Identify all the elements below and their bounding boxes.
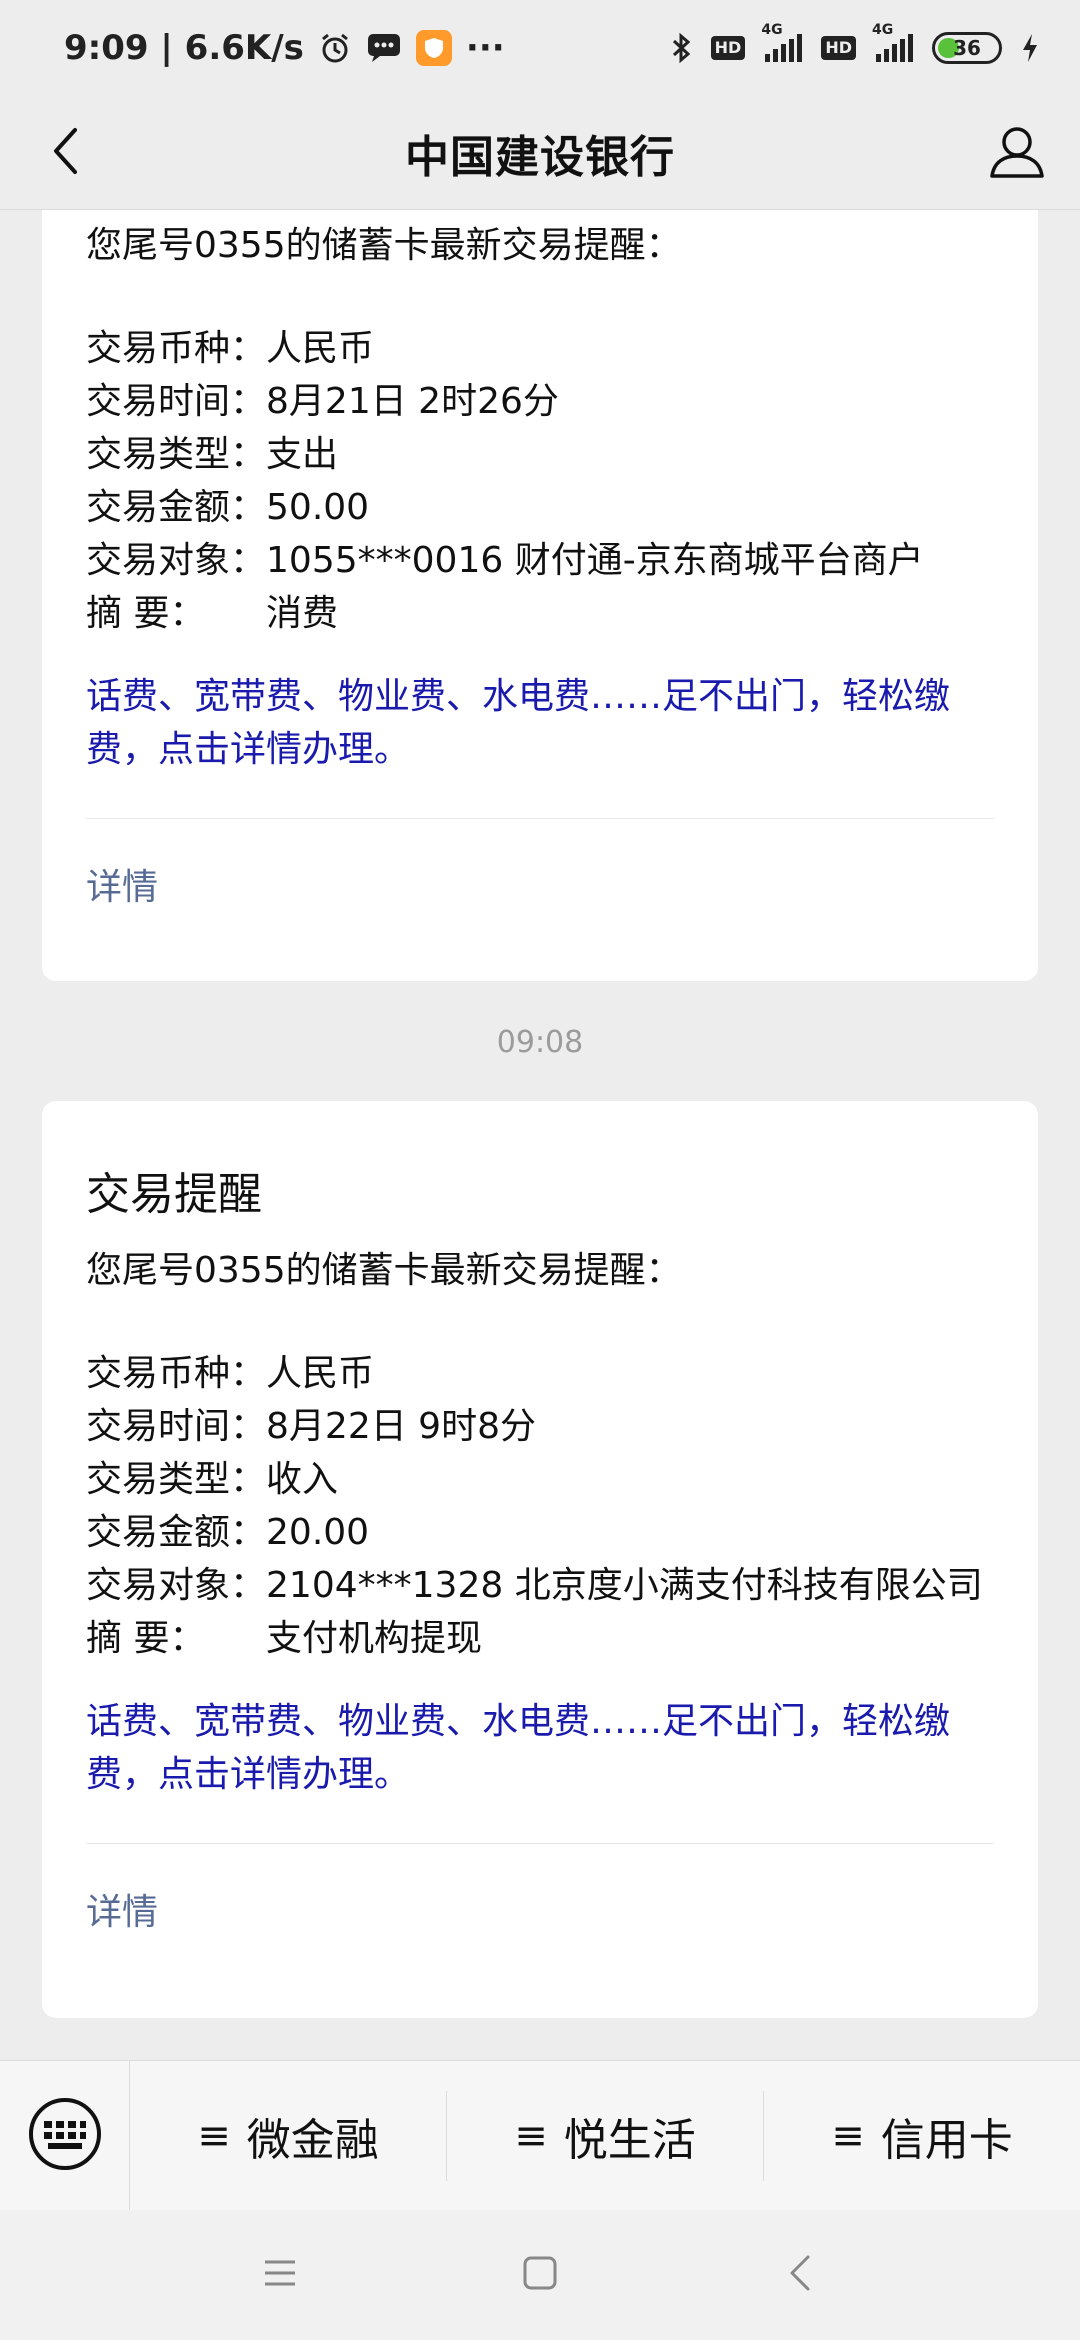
- card-intro: 您尾号0355的储蓄卡最新交易提醒：: [86, 1250, 682, 1291]
- field-summary: 摘 要： 支付机构提现: [86, 1612, 994, 1665]
- field-label: 摘 要：: [86, 1618, 206, 1659]
- battery-indicator: 36: [932, 32, 1002, 64]
- field-amount: 交易金额：50.00: [86, 481, 994, 534]
- message-icon: [366, 32, 402, 64]
- field-label: 交易币种：: [86, 328, 267, 369]
- back-button[interactable]: [30, 118, 100, 188]
- user-icon: [988, 122, 1046, 184]
- home-square-icon: [522, 2255, 558, 2295]
- more-notifications-icon: ···: [465, 28, 505, 68]
- field-label: 交易对象：: [86, 540, 267, 581]
- system-navigation-bar: [0, 2210, 1080, 2340]
- field-label: 交易时间：: [86, 381, 267, 422]
- signal-icon: 4G: [761, 22, 803, 64]
- field-type: 交易类型：支出: [86, 428, 994, 481]
- field-label: 交易金额：: [86, 1512, 267, 1553]
- status-time-speed: 9:09 | 6.6K/s: [64, 28, 304, 68]
- network-type-label: 4G: [872, 22, 894, 38]
- field-label: 交易时间：: [86, 1406, 267, 1447]
- field-value: 消费: [266, 593, 339, 634]
- field-label: 交易币种：: [86, 1353, 267, 1394]
- field-label: 交易对象：: [86, 1565, 267, 1606]
- network-type-label: 4G: [761, 22, 783, 38]
- menu-icon: [263, 2258, 297, 2292]
- menu-lines-icon: ≡: [831, 2112, 865, 2159]
- field-label: 摘 要：: [86, 593, 206, 634]
- card-title: 交易提醒: [86, 1169, 262, 1220]
- alarm-icon: [318, 31, 352, 65]
- field-value: 20.00: [266, 1512, 370, 1553]
- recent-apps-button[interactable]: [250, 2245, 310, 2305]
- hd-badge: HD: [710, 36, 746, 60]
- home-button[interactable]: [510, 2245, 570, 2305]
- menu-item-yue-shenghuo[interactable]: ≡ 悦生活: [446, 2090, 763, 2181]
- hd-badge: HD: [821, 36, 856, 60]
- field-label: 交易类型：: [86, 1459, 267, 1500]
- bottom-menu: ≡ 微金融 ≡ 悦生活 ≡ 信用卡: [0, 2060, 1080, 2211]
- field-counterparty: 交易对象：1055***0016 财付通-京东商城平台商户: [86, 534, 994, 587]
- field-value: 50.00: [266, 487, 370, 528]
- shield-app-icon: [415, 30, 452, 66]
- menu-item-credit-card[interactable]: ≡ 信用卡: [763, 2090, 1080, 2181]
- back-triangle-icon: [788, 2254, 812, 2296]
- field-time: 交易时间：8月21日 2时26分: [86, 375, 994, 428]
- nav-bar: 中国建设银行: [0, 96, 1080, 210]
- field-currency: 交易币种：人民币: [86, 1347, 994, 1400]
- status-bar: 9:09 | 6.6K/s ··· HD 4G HD 4G 36: [0, 0, 1080, 96]
- field-value: 人民币: [266, 1353, 375, 1394]
- menu-item-label: 信用卡: [880, 2114, 1013, 2166]
- promo-link[interactable]: 话费、宽带费、物业费、水电费……足不出门，轻松缴费，点击详情办理。: [86, 670, 966, 776]
- signal-icon: 4G: [872, 22, 914, 64]
- chevron-left-icon: [50, 126, 80, 180]
- field-value: 2104***1328 北京度小满支付科技有限公司: [266, 1565, 983, 1606]
- field-value: 1055***0016 财付通-京东商城平台商户: [266, 540, 924, 581]
- field-currency: 交易币种：人民币: [86, 322, 994, 375]
- field-label: 交易类型：: [86, 434, 267, 475]
- divider: [86, 1843, 994, 1844]
- field-value: 8月21日 2时26分: [266, 381, 559, 422]
- field-summary: 摘 要： 消费: [86, 587, 994, 640]
- field-value: 8月22日 9时8分: [266, 1406, 536, 1447]
- menu-item-label: 悦生活: [563, 2114, 696, 2166]
- charging-icon: [1020, 32, 1040, 64]
- battery-level: 36: [953, 36, 981, 60]
- keyboard-toggle-button[interactable]: [0, 2060, 130, 2211]
- bluetooth-icon: [671, 31, 693, 65]
- promo-link[interactable]: 话费、宽带费、物业费、水电费……足不出门，轻松缴费，点击详情办理。: [86, 1695, 966, 1801]
- field-amount: 交易金额：20.00: [86, 1506, 994, 1559]
- page-title: 中国建设银行: [405, 131, 675, 183]
- transaction-card[interactable]: 您尾号0355的储蓄卡最新交易提醒： 交易币种：人民币 交易时间：8月21日 2…: [42, 210, 1038, 981]
- field-value: 收入: [266, 1459, 339, 1500]
- field-value: 支付机构提现: [266, 1618, 483, 1659]
- divider: [86, 818, 994, 819]
- keyboard-icon: [26, 2095, 104, 2177]
- system-back-button[interactable]: [770, 2245, 830, 2305]
- field-time: 交易时间：8月22日 9时8分: [86, 1400, 994, 1453]
- menu-lines-icon: ≡: [514, 2112, 548, 2159]
- menu-item-wei-jinrong[interactable]: ≡ 微金融: [130, 2091, 446, 2181]
- field-type: 交易类型：收入: [86, 1453, 994, 1506]
- menu-item-label: 微金融: [246, 2114, 379, 2166]
- detail-link[interactable]: 详情: [86, 863, 994, 913]
- profile-button[interactable]: [980, 116, 1054, 190]
- detail-link[interactable]: 详情: [86, 1888, 994, 1938]
- transaction-fields: 交易币种：人民币 交易时间：8月21日 2时26分 交易类型：支出 交易金额：5…: [86, 322, 994, 640]
- field-value: 支出: [266, 434, 339, 475]
- message-timestamp: 09:08: [496, 1025, 584, 1060]
- transaction-fields: 交易币种：人民币 交易时间：8月22日 9时8分 交易类型：收入 交易金额：20…: [86, 1347, 994, 1665]
- field-label: 交易金额：: [86, 487, 267, 528]
- field-value: 人民币: [266, 328, 375, 369]
- transaction-card[interactable]: 交易提醒 您尾号0355的储蓄卡最新交易提醒： 交易币种：人民币 交易时间：8月…: [42, 1101, 1038, 2018]
- card-intro: 您尾号0355的储蓄卡最新交易提醒：: [86, 225, 682, 266]
- field-counterparty: 交易对象：2104***1328 北京度小满支付科技有限公司: [86, 1559, 994, 1612]
- message-list[interactable]: 您尾号0355的储蓄卡最新交易提醒： 交易币种：人民币 交易时间：8月21日 2…: [0, 210, 1080, 2060]
- menu-lines-icon: ≡: [197, 2112, 231, 2159]
